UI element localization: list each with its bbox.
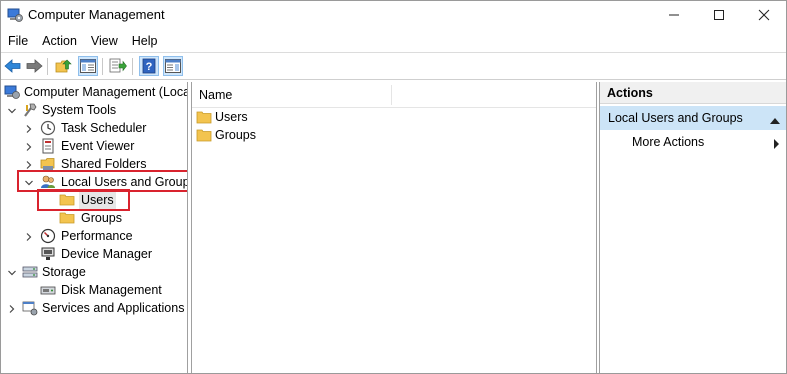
collapse-up-icon[interactable] [770, 114, 780, 128]
actions-header: Actions [600, 82, 786, 104]
up-folder-icon [55, 59, 72, 73]
back-arrow-icon [4, 59, 21, 73]
tree-label: Storage [42, 265, 86, 279]
toolbar-separator [132, 58, 133, 75]
storage-icon [22, 264, 38, 280]
system-tools-icon [22, 102, 38, 118]
tree-label: System Tools [42, 103, 117, 117]
show-hide-console-tree-button[interactable] [78, 56, 98, 76]
chevron-right-icon[interactable] [24, 231, 34, 241]
column-header: Name [192, 82, 596, 108]
show-hide-action-pane-button[interactable] [163, 56, 183, 76]
list-item-label: Users [215, 110, 248, 124]
forward-arrow-icon [26, 59, 43, 73]
tree-item-task-scheduler[interactable]: Task Scheduler [2, 119, 187, 137]
maximize-icon [714, 10, 724, 20]
tree-label: Computer Management (Local [24, 85, 188, 99]
computer-management-app-icon [7, 7, 23, 23]
back-button[interactable] [3, 56, 23, 76]
chevron-right-icon[interactable] [24, 159, 34, 169]
highlight-box-users [37, 189, 130, 211]
menu-help[interactable]: Help [125, 30, 165, 52]
export-list-button[interactable] [108, 56, 128, 76]
actions-pane: Actions Local Users and Groups More Acti… [599, 82, 786, 373]
disk-management-icon [40, 282, 56, 298]
list-item-label: Groups [215, 128, 256, 142]
actions-group-label: Local Users and Groups [608, 111, 743, 125]
window-title: Computer Management [28, 7, 165, 22]
menu-action[interactable]: Action [35, 30, 84, 52]
tree-label: Groups [81, 211, 122, 225]
submenu-arrow-icon[interactable] [773, 138, 780, 152]
tree-label: Event Viewer [61, 139, 135, 153]
actions-group-local-users-and-groups[interactable]: Local Users and Groups [600, 106, 786, 130]
tree-label: Services and Applications [42, 301, 185, 315]
tree-label: Task Scheduler [61, 121, 147, 135]
computer-management-window: Computer Management File Action View Hel… [0, 0, 787, 374]
export-list-icon [109, 58, 127, 73]
chevron-down-icon[interactable] [7, 267, 17, 277]
toolbar-separator [102, 58, 103, 75]
performance-gauge-icon [40, 228, 56, 244]
chevron-down-icon[interactable] [7, 105, 17, 115]
tree-item-performance[interactable]: Performance [2, 227, 187, 245]
close-icon [758, 9, 770, 21]
maximize-button[interactable] [697, 1, 741, 29]
tree-label: Disk Management [61, 283, 162, 297]
list-item-groups[interactable]: Groups [196, 127, 316, 145]
tree-item-disk-management[interactable]: Disk Management [2, 281, 187, 299]
device-manager-icon [40, 246, 56, 262]
tree-item-groups[interactable]: Groups [2, 209, 187, 227]
tree-item-root[interactable]: Computer Management (Local [2, 83, 188, 101]
minimize-icon [669, 14, 679, 16]
show-hide-tree-icon [80, 59, 96, 73]
help-button[interactable]: ? [139, 56, 159, 76]
list-item-users[interactable]: Users [196, 109, 316, 127]
column-header-name[interactable]: Name [199, 88, 232, 102]
folder-icon [196, 110, 212, 124]
column-divider[interactable] [391, 85, 392, 105]
folder-icon [196, 128, 212, 142]
folder-icon [59, 210, 75, 226]
more-actions-item[interactable]: More Actions [632, 135, 704, 149]
title-bar: Computer Management [1, 1, 786, 29]
tree-item-services-and-applications[interactable]: Services and Applications [2, 299, 187, 317]
chevron-right-icon[interactable] [24, 123, 34, 133]
content-pane: Name Users Groups [191, 82, 597, 373]
tree-label: Device Manager [61, 247, 153, 261]
menu-view[interactable]: View [84, 30, 125, 52]
help-icon: ? [142, 58, 156, 74]
console-tree: Computer Management (Local System Tools [2, 82, 188, 373]
svg-text:?: ? [146, 61, 153, 73]
close-button[interactable] [742, 1, 786, 29]
tree-item-device-manager[interactable]: Device Manager [2, 245, 187, 263]
tree-label: Performance [61, 229, 133, 243]
chevron-right-icon[interactable] [7, 303, 17, 313]
computer-management-icon [4, 84, 20, 100]
show-hide-action-pane-icon [165, 59, 181, 73]
up-one-level-button[interactable] [54, 56, 74, 76]
toolbar-separator [47, 58, 48, 75]
forward-button[interactable] [24, 56, 44, 76]
services-icon [22, 300, 38, 316]
minimize-button[interactable] [652, 1, 696, 29]
actions-title: Actions [607, 86, 653, 100]
menu-file[interactable]: File [1, 30, 35, 52]
tree-item-event-viewer[interactable]: Event Viewer [2, 137, 187, 155]
tree-item-storage[interactable]: Storage [2, 263, 187, 281]
toolbar: ? [1, 52, 786, 80]
event-viewer-icon [40, 138, 56, 154]
clock-icon [40, 120, 56, 136]
menu-bar: File Action View Help [1, 30, 786, 52]
tree-item-system-tools[interactable]: System Tools [2, 101, 187, 119]
chevron-right-icon[interactable] [24, 141, 34, 151]
